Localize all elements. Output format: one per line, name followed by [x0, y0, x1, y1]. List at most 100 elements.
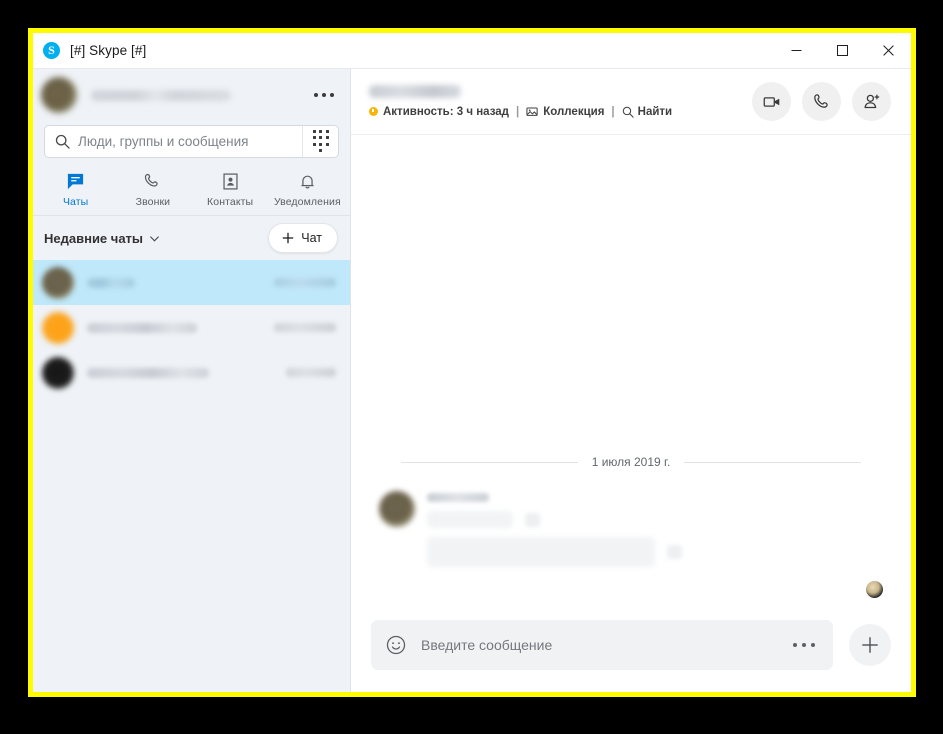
gallery-label: Коллекция	[543, 105, 605, 118]
message-badge	[667, 545, 682, 559]
chat-item-time	[274, 278, 336, 287]
find-link[interactable]: Найти	[622, 106, 672, 118]
yellow-highlight-frame: S [#] Skype [#] Люди, группы и сообщения…	[28, 28, 916, 697]
list-item[interactable]	[33, 305, 350, 350]
chat-header-actions	[752, 82, 891, 121]
maximize-icon	[836, 45, 848, 56]
message-list[interactable]: 1 июля 2019 г.	[351, 135, 911, 608]
divider-line	[684, 461, 861, 463]
message-input[interactable]	[421, 620, 791, 670]
gallery-link[interactable]: Коллекция	[526, 105, 604, 118]
tab-contacts[interactable]: Контакты	[192, 167, 269, 215]
list-item[interactable]	[33, 260, 350, 305]
chat-item-meta	[87, 322, 264, 333]
add-attachment-button[interactable]	[849, 624, 891, 666]
ellipsis-icon	[314, 93, 318, 97]
chat-panel: Активность: 3 ч назад | Коллекция | Найт…	[351, 69, 911, 692]
minimize-button[interactable]	[773, 33, 819, 68]
video-camera-icon	[763, 96, 779, 107]
dialpad-icon	[312, 129, 329, 154]
chat-header: Активность: 3 ч назад | Коллекция | Найт…	[351, 69, 911, 135]
chat-item-name	[87, 322, 197, 333]
message-bubble	[427, 537, 655, 567]
chat-header-info: Активность: 3 ч назад | Коллекция | Найт…	[369, 85, 672, 118]
emoji-button[interactable]	[385, 634, 407, 656]
message-sender	[427, 493, 489, 502]
message-row[interactable]	[427, 511, 682, 528]
phone-icon	[143, 171, 162, 191]
recent-chats-title: Недавние чаты	[44, 230, 144, 246]
phone-icon	[813, 93, 828, 108]
list-item[interactable]	[33, 350, 350, 395]
recent-chats-header: Недавние чаты Чат	[33, 216, 350, 260]
new-chat-label: Чат	[301, 231, 322, 245]
close-icon	[882, 45, 894, 56]
chat-item-meta	[87, 367, 276, 378]
search-icon	[622, 106, 634, 118]
ellipsis-icon	[330, 93, 334, 97]
emoji-icon	[386, 635, 406, 655]
dialpad-button[interactable]	[302, 126, 338, 157]
chat-item-name	[87, 277, 135, 288]
window-title: [#] Skype [#]	[70, 43, 147, 58]
date-label: 1 июля 2019 г.	[591, 455, 671, 469]
avatar	[379, 491, 415, 527]
chat-item-meta	[87, 277, 264, 288]
title-bar: S [#] Skype [#]	[33, 33, 911, 68]
window-controls	[773, 33, 911, 68]
chevron-down-icon[interactable]	[149, 233, 160, 244]
ellipsis-icon	[322, 93, 326, 97]
avatar	[42, 266, 74, 299]
composer-area	[351, 608, 911, 692]
message-row[interactable]	[427, 537, 682, 567]
separator: |	[611, 105, 615, 118]
maximize-button[interactable]	[819, 33, 865, 68]
chat-icon	[66, 171, 85, 191]
add-people-button[interactable]	[852, 82, 891, 121]
search-box[interactable]	[44, 125, 339, 158]
ellipsis-icon	[810, 642, 815, 648]
activity-status: Активность: 3 ч назад	[383, 105, 509, 118]
date-divider: 1 июля 2019 г.	[371, 455, 891, 469]
avatar	[42, 356, 74, 389]
composer-more-button[interactable]	[791, 635, 818, 656]
audio-call-button[interactable]	[802, 82, 841, 121]
find-label: Найти	[637, 105, 673, 118]
message-group	[371, 491, 891, 567]
away-status-dot-icon	[369, 107, 378, 116]
search-area	[33, 121, 350, 158]
search-icon	[55, 134, 70, 149]
plus-icon	[862, 637, 878, 653]
video-call-button[interactable]	[752, 82, 791, 121]
ellipsis-icon	[792, 642, 797, 648]
tab-calls[interactable]: Звонки	[114, 167, 191, 215]
divider-line	[401, 461, 578, 463]
plus-icon	[283, 232, 294, 244]
profile-row[interactable]	[33, 69, 350, 121]
tab-calls-label: Звонки	[135, 196, 171, 208]
chat-item-time	[274, 323, 336, 332]
profile-name	[91, 89, 231, 101]
new-chat-button[interactable]: Чат	[268, 223, 338, 253]
chat-item-name	[87, 367, 209, 378]
avatar	[42, 311, 74, 344]
profile-more-options-button[interactable]	[310, 87, 338, 103]
avatar[interactable]	[41, 77, 77, 113]
tab-chats-label: Чаты	[62, 196, 89, 208]
bell-icon	[298, 171, 317, 191]
message-composer[interactable]	[371, 620, 833, 670]
screenshot-root: S [#] Skype [#] Люди, группы и сообщения…	[0, 0, 943, 734]
close-button[interactable]	[865, 33, 911, 68]
skype-logo-icon: S	[43, 42, 60, 59]
ellipsis-icon	[801, 642, 806, 648]
message-column	[427, 491, 682, 567]
separator: |	[515, 105, 520, 118]
skype-window: S [#] Skype [#] Люди, группы и сообщения…	[33, 33, 911, 692]
tab-chats[interactable]: Чаты	[37, 167, 114, 215]
window-body: Чаты Звонки	[33, 68, 911, 692]
contacts-icon	[221, 171, 240, 191]
sidebar: Чаты Звонки	[33, 69, 351, 692]
search-input[interactable]	[70, 126, 302, 157]
chat-list[interactable]	[33, 260, 350, 692]
tab-notifications[interactable]: Уведомления	[269, 167, 346, 215]
